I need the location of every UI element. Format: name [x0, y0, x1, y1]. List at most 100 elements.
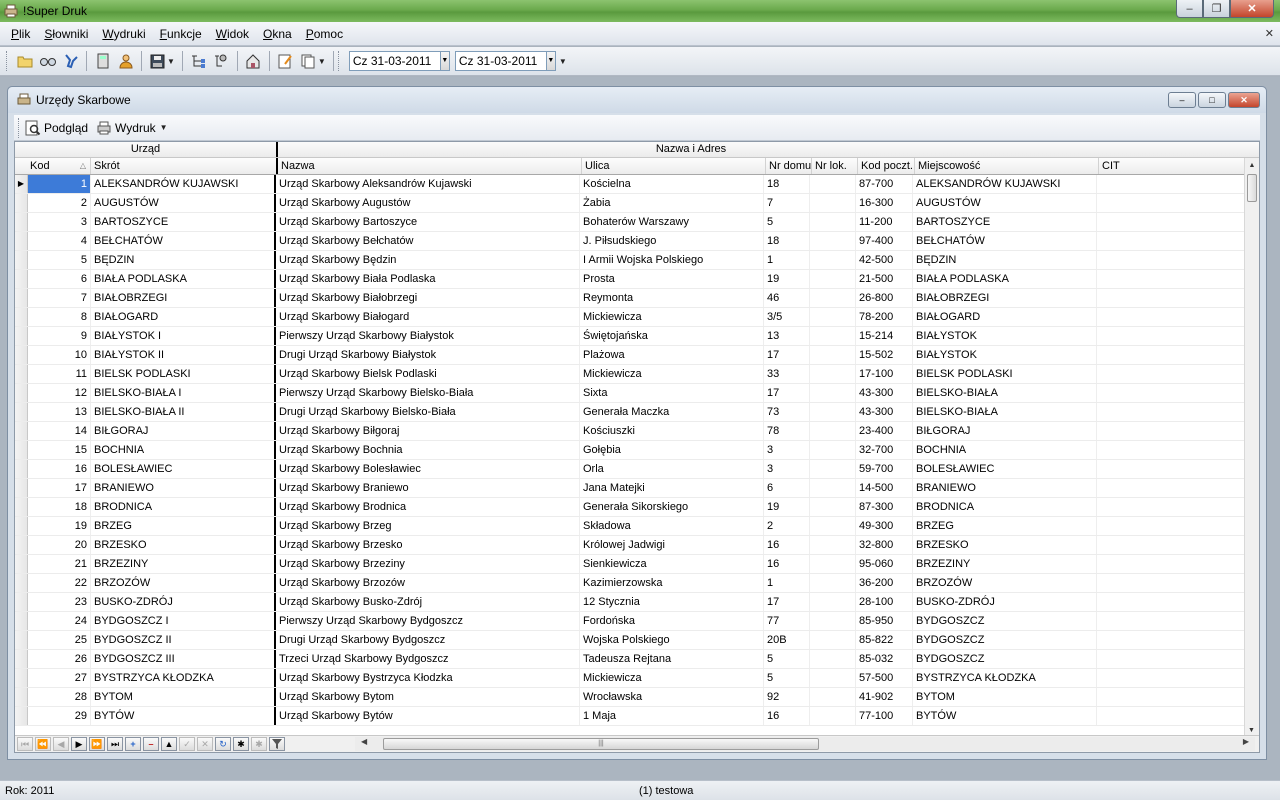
cell-nazwa[interactable]: Urząd Skarbowy Biłgoraj — [276, 422, 580, 440]
cell-ulica[interactable]: Fordońska — [580, 612, 764, 630]
cell-kod-poczt[interactable]: 42-500 — [856, 251, 913, 269]
cell-kod[interactable]: 19 — [28, 517, 91, 535]
row-indicator[interactable] — [15, 384, 28, 402]
row-indicator[interactable] — [15, 422, 28, 440]
cell-cit[interactable] — [1097, 460, 1240, 478]
scroll-right-icon[interactable]: ▶ — [1243, 737, 1249, 746]
cell-nr-lok[interactable] — [810, 669, 856, 687]
cell-ulica[interactable]: Bohaterów Warszawy — [580, 213, 764, 231]
cell-kod[interactable]: 29 — [28, 707, 91, 725]
cell-nazwa[interactable]: Urząd Skarbowy Busko-Zdrój — [276, 593, 580, 611]
cell-miejscowosc[interactable]: BIELSKO-BIAŁA — [913, 403, 1097, 421]
cell-ulica[interactable]: Królowej Jadwigi — [580, 536, 764, 554]
cell-miejscowosc[interactable]: BRZEG — [913, 517, 1097, 535]
cell-miejscowosc[interactable]: BĘDZIN — [913, 251, 1097, 269]
col-skrot[interactable]: Skrót — [91, 158, 278, 174]
cell-miejscowosc[interactable]: BEŁCHATÓW — [913, 232, 1097, 250]
preview-button[interactable]: Podgląd — [25, 120, 88, 136]
cell-miejscowosc[interactable]: AUGUSTÓW — [913, 194, 1097, 212]
cell-nazwa[interactable]: Urząd Skarbowy Brzeg — [276, 517, 580, 535]
cell-nr-domu[interactable]: 78 — [764, 422, 810, 440]
cell-nazwa[interactable]: Urząd Skarbowy Aleksandrów Kujawski — [276, 175, 580, 193]
col-kod[interactable]: Kod △ — [15, 158, 91, 174]
cell-kod-poczt[interactable]: 15-214 — [856, 327, 913, 345]
cell-nazwa[interactable]: Urząd Skarbowy Bochnia — [276, 441, 580, 459]
table-row[interactable]: 7 BIAŁOBRZEGI Urząd Skarbowy Białobrzegi Re… — [15, 289, 1259, 308]
cell-ulica[interactable]: Generała Maczka — [580, 403, 764, 421]
cell-miejscowosc[interactable]: BIAŁYSTOK — [913, 327, 1097, 345]
cell-nr-lok[interactable] — [810, 194, 856, 212]
cell-nazwa[interactable]: Pierwszy Urząd Skarbowy Bielsko-Biała — [276, 384, 580, 402]
cell-kod-poczt[interactable]: 15-502 — [856, 346, 913, 364]
col-nr-domu[interactable]: Nr domu — [766, 158, 812, 174]
cell-nr-lok[interactable] — [810, 175, 856, 193]
cell-nr-lok[interactable] — [810, 270, 856, 288]
menu-slowniki[interactable]: Słowniki — [41, 25, 91, 43]
cell-nazwa[interactable]: Urząd Skarbowy Augustów — [276, 194, 580, 212]
cell-nr-domu[interactable]: 16 — [764, 707, 810, 725]
menu-widok[interactable]: Widok — [213, 25, 252, 43]
col-cit[interactable]: CIT — [1099, 158, 1242, 174]
col-kod-poczt[interactable]: Kod poczt. — [858, 158, 915, 174]
row-indicator[interactable] — [15, 707, 28, 725]
cell-cit[interactable] — [1097, 308, 1240, 326]
nav-post-button[interactable]: ✓ — [179, 737, 195, 751]
row-indicator[interactable] — [15, 441, 28, 459]
cell-miejscowosc[interactable]: BRODNICA — [913, 498, 1097, 516]
view-button[interactable] — [36, 50, 59, 72]
nav-next-page-button[interactable]: ⏩ — [89, 737, 105, 751]
cell-cit[interactable] — [1097, 175, 1240, 193]
cell-nr-lok[interactable] — [810, 536, 856, 554]
cell-miejscowosc[interactable]: BIAŁOBRZEGI — [913, 289, 1097, 307]
col-nr-lok[interactable]: Nr lok. — [812, 158, 858, 174]
cell-kod-poczt[interactable]: 28-100 — [856, 593, 913, 611]
cell-skrot[interactable]: BUSKO-ZDRÓJ — [91, 593, 276, 611]
cell-kod-poczt[interactable]: 59-700 — [856, 460, 913, 478]
cell-ulica[interactable]: J. Piłsudskiego — [580, 232, 764, 250]
toolbar-overflow-icon[interactable]: ▼ — [559, 57, 567, 66]
cell-kod-poczt[interactable]: 78-200 — [856, 308, 913, 326]
cell-cit[interactable] — [1097, 422, 1240, 440]
cell-kod-poczt[interactable]: 16-300 — [856, 194, 913, 212]
row-indicator[interactable] — [15, 346, 28, 364]
cell-kod-poczt[interactable]: 77-100 — [856, 707, 913, 725]
cell-nr-domu[interactable]: 5 — [764, 213, 810, 231]
cell-nr-lok[interactable] — [810, 460, 856, 478]
table-row[interactable]: 15 BOCHNIA Urząd Skarbowy Bochnia Gołębia 3 3… — [15, 441, 1259, 460]
cell-skrot[interactable]: BIAŁOGARD — [91, 308, 276, 326]
cell-kod[interactable]: 20 — [28, 536, 91, 554]
cell-cit[interactable] — [1097, 403, 1240, 421]
cell-ulica[interactable]: Składowa — [580, 517, 764, 535]
table-row[interactable]: 12 BIELSKO-BIAŁA I Pierwszy Urząd Skarbowy… — [15, 384, 1259, 403]
toolbar-grip[interactable] — [6, 51, 9, 71]
cell-nr-domu[interactable]: 73 — [764, 403, 810, 421]
table-row[interactable]: 14 BIŁGORAJ Urząd Skarbowy Biłgoraj Kościus… — [15, 422, 1259, 441]
cell-kod[interactable]: 6 — [28, 270, 91, 288]
maximize-button[interactable]: ❐ — [1203, 0, 1230, 18]
table-row[interactable]: 18 BRODNICA Urząd Skarbowy Brodnica Generał… — [15, 498, 1259, 517]
row-indicator[interactable] — [15, 213, 28, 231]
cell-kod-poczt[interactable]: 23-400 — [856, 422, 913, 440]
nav-bookmark-button[interactable]: ✱ — [233, 737, 249, 751]
row-indicator[interactable] — [15, 688, 28, 706]
cell-nr-domu[interactable]: 33 — [764, 365, 810, 383]
tools-button[interactable] — [59, 50, 82, 72]
cell-miejscowosc[interactable]: BYSTRZYCA KŁODZKA — [913, 669, 1097, 687]
table-row[interactable]: 19 BRZEG Urząd Skarbowy Brzeg Składowa 2 49-3… — [15, 517, 1259, 536]
row-indicator[interactable] — [15, 289, 28, 307]
cell-ulica[interactable]: I Armii Wojska Polskiego — [580, 251, 764, 269]
cell-nazwa[interactable]: Pierwszy Urząd Skarbowy Białystok — [276, 327, 580, 345]
cell-kod-poczt[interactable]: 87-300 — [856, 498, 913, 516]
cell-skrot[interactable]: ALEKSANDRÓW KUJAWSKI — [91, 175, 276, 193]
row-indicator[interactable] — [15, 650, 28, 668]
cell-skrot[interactable]: AUGUSTÓW — [91, 194, 276, 212]
cell-cit[interactable] — [1097, 688, 1240, 706]
cell-skrot[interactable]: BYTÓW — [91, 707, 276, 725]
cell-kod-poczt[interactable]: 97-400 — [856, 232, 913, 250]
close-button[interactable]: ✕ — [1230, 0, 1274, 18]
cell-skrot[interactable]: BIELSK PODLASKI — [91, 365, 276, 383]
cell-cit[interactable] — [1097, 384, 1240, 402]
cell-miejscowosc[interactable]: BOLESŁAWIEC — [913, 460, 1097, 478]
cell-ulica[interactable]: Gołębia — [580, 441, 764, 459]
cell-nazwa[interactable]: Urząd Skarbowy Białobrzegi — [276, 289, 580, 307]
